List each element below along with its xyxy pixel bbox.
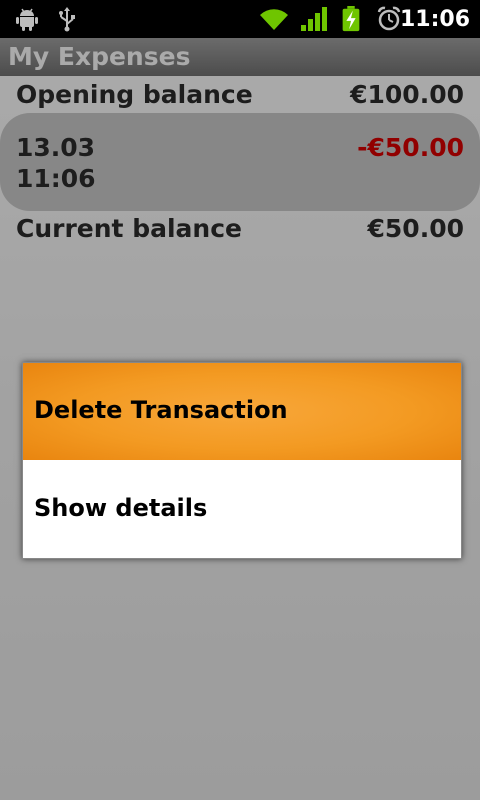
alarm-icon	[377, 6, 401, 31]
status-time: 11:06	[399, 7, 470, 32]
signal-icon	[301, 7, 327, 31]
wifi-icon	[260, 9, 288, 31]
context-menu: Delete Transaction Show details	[22, 362, 462, 559]
android-debug-icon	[16, 8, 38, 31]
menu-item-show-details[interactable]: Show details	[23, 461, 461, 558]
menu-item-label: Delete Transaction	[34, 396, 288, 424]
status-bar: 11:06	[0, 0, 480, 38]
menu-item-delete-transaction[interactable]: Delete Transaction	[23, 363, 461, 460]
menu-item-label: Show details	[34, 494, 208, 522]
usb-icon	[59, 7, 75, 32]
battery-charging-icon	[342, 6, 360, 32]
